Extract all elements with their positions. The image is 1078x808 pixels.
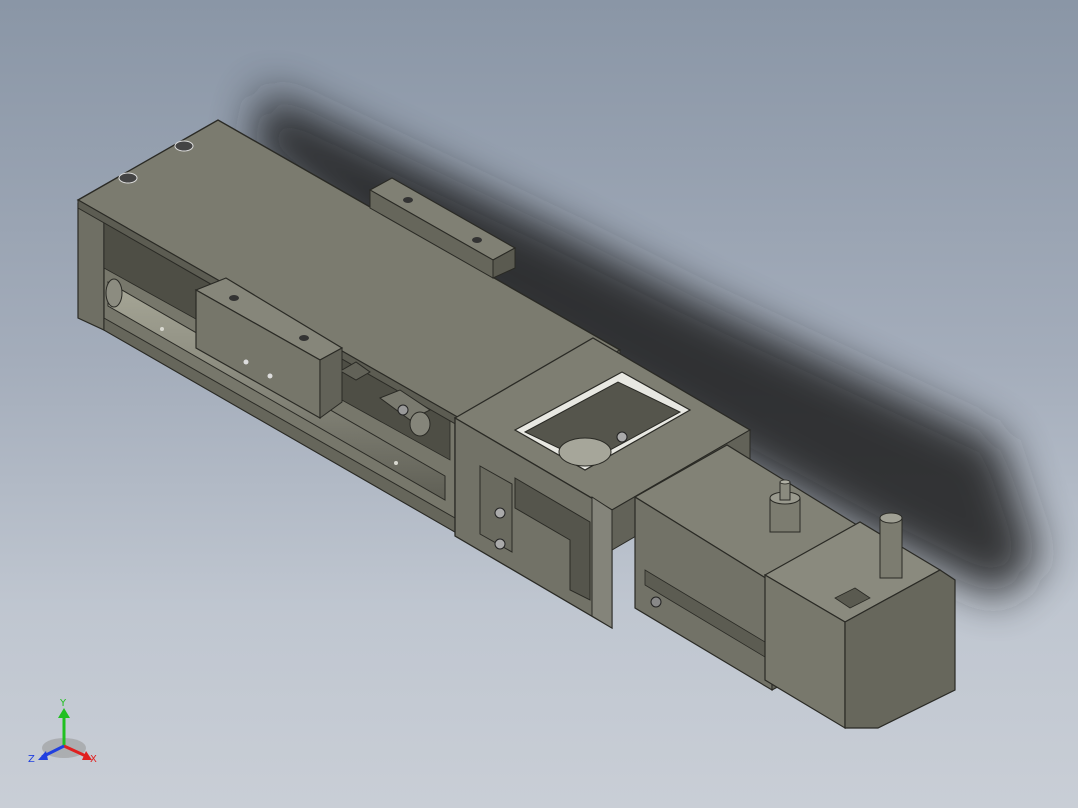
triad-y-label: Y — [59, 698, 67, 709]
cad-graphics-viewport[interactable]: Y X Z — [0, 0, 1078, 808]
mounting-hole — [174, 140, 194, 152]
mounting-hole — [118, 172, 138, 184]
axis-triad: Y X Z — [28, 698, 97, 765]
triad-z-label: Z — [28, 754, 35, 765]
encoder-connector[interactable] — [879, 512, 903, 579]
linear-actuator-model[interactable]: Y X Z — [0, 0, 1078, 808]
triad-x-label: X — [90, 754, 97, 765]
